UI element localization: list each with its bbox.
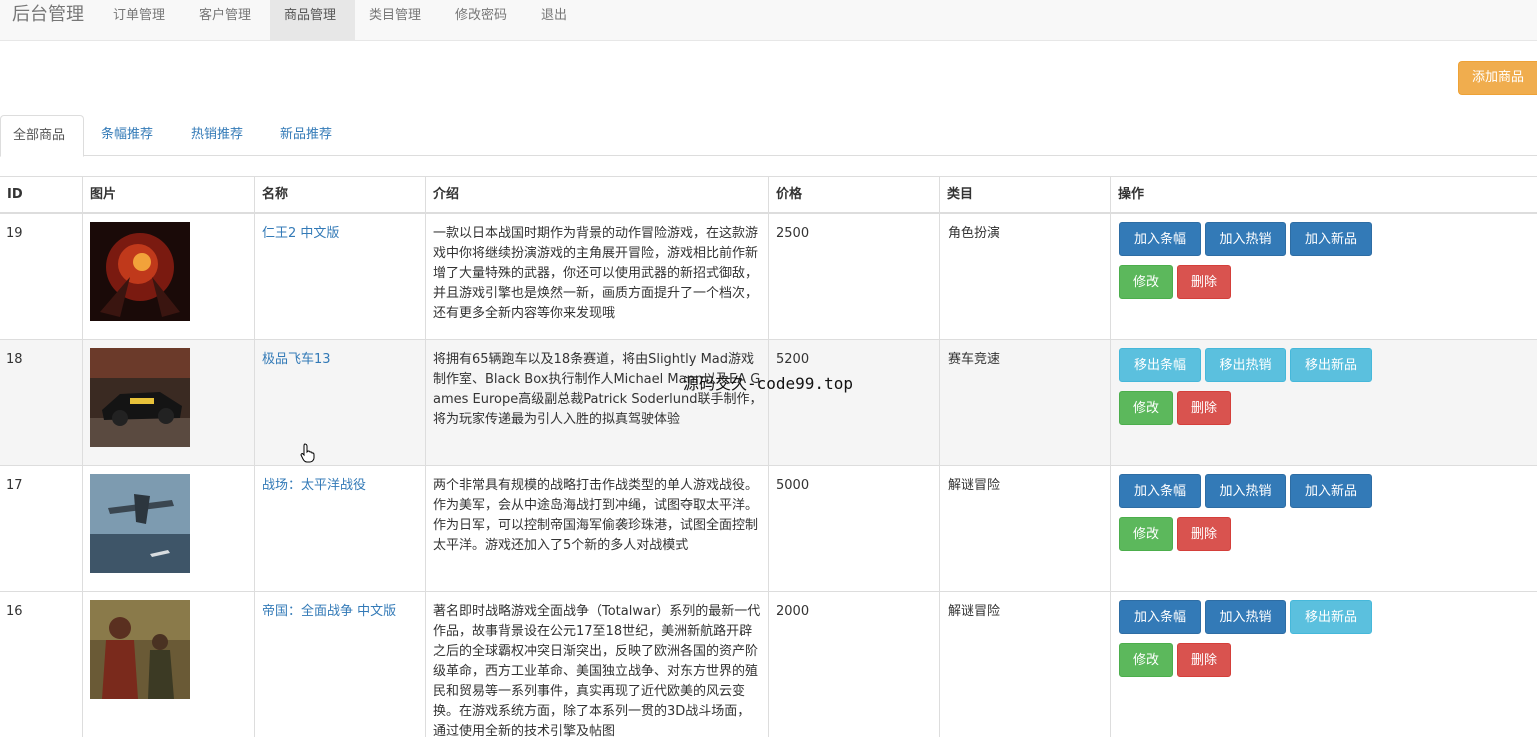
race-car-image bbox=[90, 348, 190, 447]
add-hot-button[interactable]: 加入热销 bbox=[1205, 600, 1286, 634]
nav-item-categories[interactable]: 类目管理 bbox=[355, 0, 435, 40]
add-banner-button[interactable]: 加入条幅 bbox=[1119, 600, 1201, 634]
add-banner-button[interactable]: 加入条幅 bbox=[1119, 222, 1201, 256]
row-id: 17 bbox=[6, 478, 23, 493]
nav-item-orders[interactable]: 订单管理 bbox=[99, 0, 179, 40]
add-banner-button[interactable]: 加入条幅 bbox=[1119, 474, 1201, 508]
warplane-image bbox=[90, 474, 190, 573]
remove-banner-button[interactable]: 移出条幅 bbox=[1119, 348, 1201, 382]
nav-item-change-password[interactable]: 修改密码 bbox=[441, 0, 521, 40]
header-category: 类目 bbox=[947, 187, 974, 202]
remove-hot-button[interactable]: 移出热销 bbox=[1205, 348, 1286, 382]
product-desc: 两个非常具有规模的战略打击作战类型的单人游戏战役。作为美军，会从中途岛海战打到冲… bbox=[433, 478, 759, 553]
hand-cursor-icon bbox=[300, 443, 315, 463]
delete-button[interactable]: 删除 bbox=[1177, 391, 1231, 425]
remove-new-button[interactable]: 移出新品 bbox=[1290, 348, 1372, 382]
product-desc: 一款以日本战国时期作为背景的动作冒险游戏，在这款游戏中你将继续扮演游戏的主角展开… bbox=[433, 226, 759, 321]
product-price: 5200 bbox=[776, 352, 810, 367]
product-price: 5000 bbox=[776, 478, 810, 493]
fiery-warrior-image bbox=[90, 222, 190, 321]
product-price: 2000 bbox=[776, 604, 810, 619]
product-category: 赛车竞速 bbox=[948, 352, 1001, 367]
soldier-image bbox=[90, 600, 190, 699]
tab-new-recommend[interactable]: 新品推荐 bbox=[268, 115, 344, 156]
edit-button[interactable]: 修改 bbox=[1119, 517, 1173, 551]
product-name-link[interactable]: 战场：太平洋战役 bbox=[262, 476, 366, 496]
product-name-link[interactable]: 仁王2 中文版 bbox=[262, 224, 339, 244]
column-divider bbox=[82, 176, 83, 737]
header-actions: 操作 bbox=[1118, 187, 1145, 202]
add-product-button[interactable]: 添加商品 bbox=[1458, 61, 1537, 95]
add-new-button[interactable]: 加入新品 bbox=[1290, 222, 1372, 256]
column-divider bbox=[939, 176, 940, 737]
header-price: 价格 bbox=[776, 187, 803, 202]
add-hot-button[interactable]: 加入热销 bbox=[1205, 474, 1286, 508]
header-name: 名称 bbox=[262, 187, 289, 202]
product-name-link[interactable]: 极品飞车13 bbox=[262, 350, 331, 370]
product-category: 解谜冒险 bbox=[948, 478, 1001, 493]
nav-item-customers[interactable]: 客户管理 bbox=[185, 0, 265, 40]
delete-button[interactable]: 删除 bbox=[1177, 517, 1231, 551]
row-id: 16 bbox=[6, 604, 23, 619]
row-id: 19 bbox=[6, 226, 23, 241]
add-new-button[interactable]: 加入新品 bbox=[1290, 474, 1372, 508]
edit-button[interactable]: 修改 bbox=[1119, 265, 1173, 299]
delete-button[interactable]: 删除 bbox=[1177, 643, 1231, 677]
top-navbar: 后台管理 订单管理 客户管理 商品管理 类目管理 修改密码 退出 bbox=[0, 0, 1537, 41]
product-name-link[interactable]: 帝国：全面战争 中文版 bbox=[262, 602, 396, 622]
tab-banner-recommend[interactable]: 条幅推荐 bbox=[89, 115, 165, 156]
tab-all-products[interactable]: 全部商品 bbox=[0, 115, 84, 157]
tab-hot-recommend[interactable]: 热销推荐 bbox=[179, 115, 255, 156]
column-divider bbox=[425, 176, 426, 737]
product-filter-tabs: 全部商品 条幅推荐 热销推荐 新品推荐 bbox=[0, 115, 1537, 157]
remove-new-button[interactable]: 移出新品 bbox=[1290, 600, 1372, 634]
watermark: 源码交久-code99.top bbox=[683, 374, 853, 393]
header-id: ID bbox=[7, 187, 23, 202]
header-image: 图片 bbox=[90, 187, 117, 202]
edit-button[interactable]: 修改 bbox=[1119, 643, 1173, 677]
row-id: 18 bbox=[6, 352, 23, 367]
brand-title[interactable]: 后台管理 bbox=[12, 4, 84, 26]
delete-button[interactable]: 删除 bbox=[1177, 265, 1231, 299]
header-desc: 介绍 bbox=[433, 187, 460, 202]
add-hot-button[interactable]: 加入热销 bbox=[1205, 222, 1286, 256]
column-divider bbox=[254, 176, 255, 737]
nav-item-logout[interactable]: 退出 bbox=[527, 0, 581, 40]
product-price: 2500 bbox=[776, 226, 810, 241]
product-category: 解谜冒险 bbox=[948, 604, 1001, 619]
column-divider bbox=[1110, 176, 1111, 737]
edit-button[interactable]: 修改 bbox=[1119, 391, 1173, 425]
nav-item-products[interactable]: 商品管理 bbox=[270, 0, 355, 40]
column-divider bbox=[768, 176, 769, 737]
product-desc: 著名即时战略游戏全面战争（Totalwar）系列的最新一代作品，故事背景设在公元… bbox=[433, 604, 761, 737]
product-category: 角色扮演 bbox=[948, 226, 1001, 241]
